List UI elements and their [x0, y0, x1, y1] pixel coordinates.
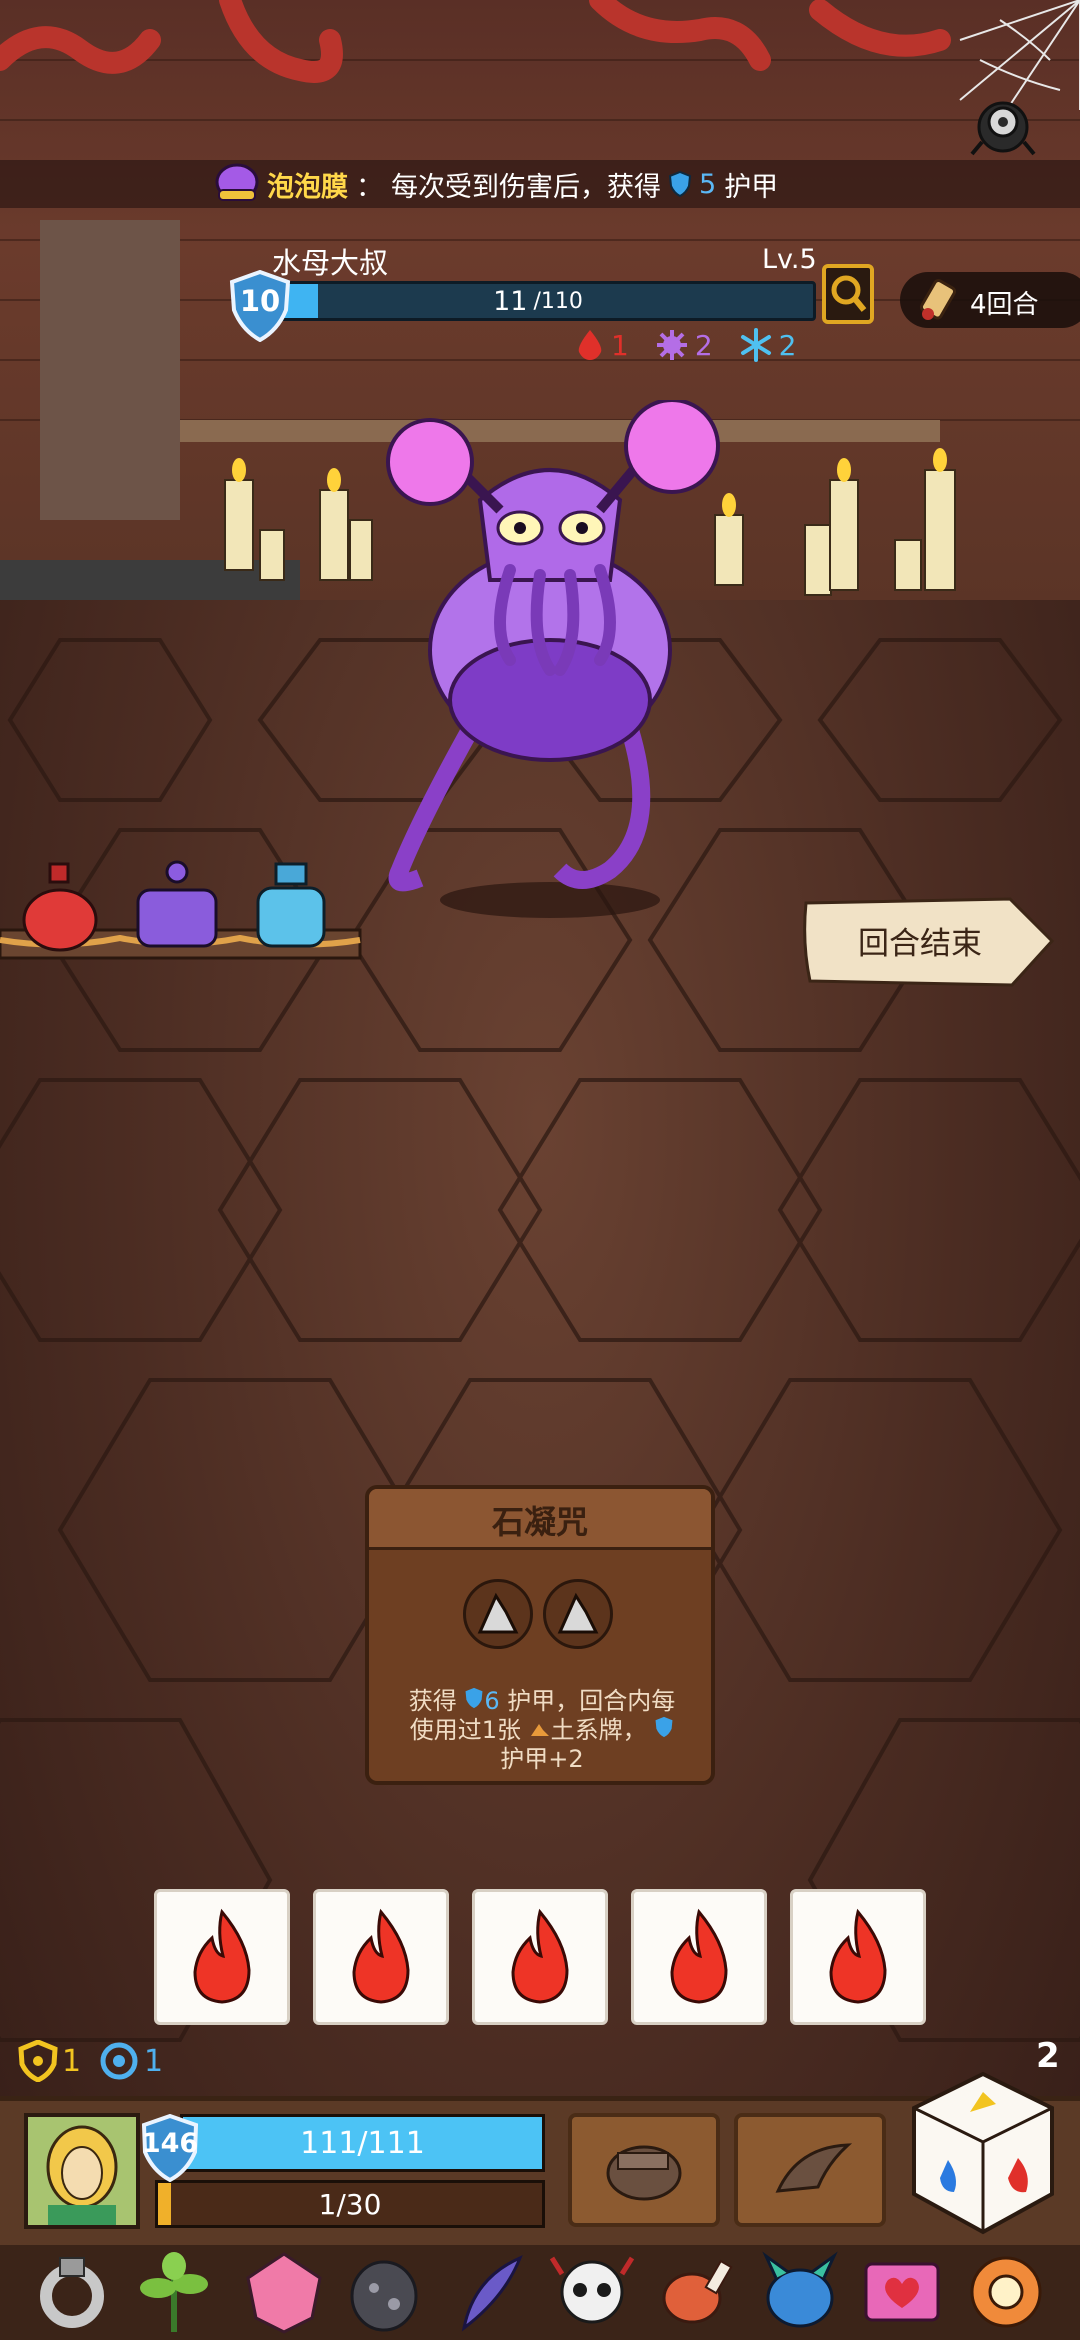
enemy-status-effects: 1 2 2 [575, 328, 796, 362]
fire-icon [511, 1908, 569, 2004]
claw-ability-slot[interactable] [734, 2113, 886, 2227]
status-poison[interactable]: 2 [655, 328, 713, 362]
enemy-passive[interactable]: 泡泡膜 ： 每次受到伤害后，获得 5 护甲 [215, 160, 778, 208]
fire-die[interactable] [313, 1889, 449, 2025]
dice-hand [154, 1889, 934, 2029]
enemy-armor-value: 10 [239, 284, 281, 318]
ceiling-tentacles [0, 0, 951, 83]
passive-amount: 5 [699, 168, 717, 200]
card-title: 石凝咒 [491, 1503, 588, 1541]
card-desc-p1: 获得 [408, 1687, 457, 1715]
status-frost[interactable]: 2 [739, 328, 797, 362]
reroll-die-button[interactable] [908, 2068, 1058, 2238]
poison-splat-icon [656, 330, 687, 360]
fire-die[interactable] [154, 1889, 290, 2025]
card-desc-armor-amount: 6 [484, 1687, 500, 1715]
stone-pillar [40, 220, 180, 520]
heart-scroll-icon[interactable] [858, 2248, 946, 2336]
enemy-hp-bar: 11 /110 [260, 281, 816, 321]
spell-card[interactable]: 石凝咒 获得 6 护甲，回合内每 使用过1张 土系牌， 护甲+2 [365, 1485, 715, 1785]
herb-icon[interactable] [130, 2248, 218, 2336]
enemy-level: Lv.5 [762, 244, 817, 275]
blue-ring-value: 1 [144, 2043, 164, 2079]
purple-potion[interactable] [132, 860, 222, 950]
magnifier-icon [831, 275, 867, 312]
scroll-icon [919, 279, 957, 320]
card-desc-p3: 使用过1张 [409, 1716, 521, 1744]
player-hp-bar: 111/111 [180, 2114, 545, 2172]
red-potion[interactable] [20, 862, 100, 952]
gold-shield-icon [18, 2040, 58, 2082]
blue-ring-icon [100, 2042, 138, 2080]
hero-portrait [28, 2117, 136, 2225]
earth-rune-icon [463, 1579, 533, 1649]
player-xp-bar: 1/30 [155, 2180, 545, 2228]
status-bleed[interactable]: 1 [575, 328, 629, 362]
ring-icon[interactable] [28, 2248, 116, 2336]
earth-rune-icon [543, 1579, 613, 1649]
enemy-hp-text: 11 /110 [263, 284, 813, 318]
meat-icon[interactable] [654, 2248, 742, 2336]
armor-icon [669, 171, 691, 197]
player-armor-value: 146 [141, 2128, 199, 2159]
gold-shield-value: 1 [62, 2043, 82, 2079]
card-desc-p2: 护甲，回合内每 [507, 1687, 676, 1715]
enemy-hp-current: 11 [493, 285, 528, 317]
passive-text-after: 护甲 [724, 171, 779, 203]
fire-die[interactable] [790, 1889, 926, 2025]
card-desc-p5: 护甲+2 [500, 1745, 584, 1773]
fire-die[interactable] [631, 1889, 767, 2025]
jellyfish-enemy[interactable] [360, 400, 740, 920]
crystal-icon[interactable] [240, 2248, 328, 2336]
passive-separator: ： [356, 171, 383, 203]
card-description: 获得 6 护甲，回合内每 使用过1张 土系牌， 护甲+2 [379, 1687, 705, 1774]
candles-right [714, 469, 956, 596]
player-avatar[interactable] [24, 2113, 140, 2229]
gold-shield-counter[interactable]: 1 [18, 2040, 81, 2082]
feather-icon[interactable] [444, 2248, 532, 2336]
blue-potion[interactable] [252, 862, 332, 952]
status-frost-value: 2 [778, 328, 797, 362]
enemy-hp-max: /110 [533, 288, 583, 314]
earth-element-icon [530, 1724, 549, 1736]
fire-icon [193, 1908, 251, 2004]
player-hp-text: 111/111 [300, 2125, 425, 2161]
status-bleed-value: 1 [611, 328, 629, 362]
skull-icon[interactable] [548, 2248, 636, 2336]
fist-ability-slot[interactable] [568, 2113, 720, 2227]
armor-icon [655, 1716, 673, 1738]
fist-ability-icon [606, 2145, 682, 2201]
fire-icon [670, 1908, 728, 2004]
player-xp-text: 1/30 [318, 2187, 382, 2221]
inspect-enemy-button[interactable] [822, 264, 874, 324]
fire-icon [829, 1908, 887, 2004]
bubble-membrane-icon [215, 163, 259, 201]
donut-icon[interactable] [962, 2248, 1050, 2336]
passive-name: 泡泡膜 [267, 171, 348, 203]
claw-ability-icon [775, 2143, 853, 2193]
blue-ring-counter[interactable]: 1 [98, 2040, 163, 2082]
stone-egg-icon[interactable] [340, 2248, 428, 2336]
settings-gear-icon[interactable] [968, 92, 1038, 162]
fire-die[interactable] [472, 1889, 608, 2025]
armor-icon [465, 1687, 483, 1709]
snowflake-icon [740, 328, 771, 362]
passive-text: 每次受到伤害后，获得 [391, 171, 661, 203]
dragon-icon[interactable] [756, 2248, 844, 2336]
card-desc-p4: 土系牌， [550, 1716, 647, 1744]
fire-icon [352, 1908, 410, 2004]
end-turn-label[interactable]: 回合结束 [835, 918, 1005, 963]
status-poison-value: 2 [694, 328, 713, 362]
turn-counter: 4回合 [970, 290, 1039, 320]
blood-drop-icon [578, 330, 602, 360]
